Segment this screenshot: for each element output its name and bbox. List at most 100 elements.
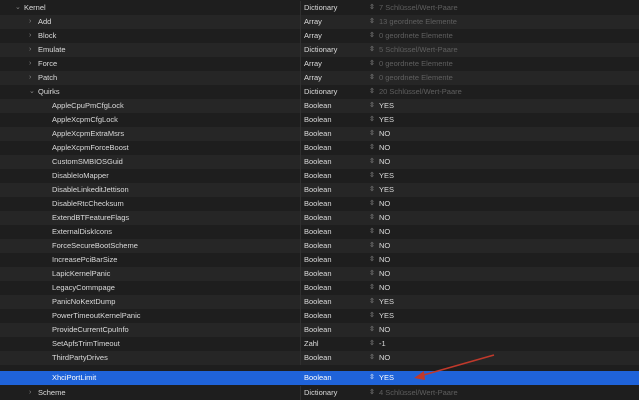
row-value[interactable]: NO	[379, 253, 390, 267]
row-value[interactable]: NO	[379, 141, 390, 155]
row-value[interactable]: NO	[379, 225, 390, 239]
row-type[interactable]: Boolean	[304, 323, 332, 337]
plist-row-quirk[interactable]: ThirdPartyDrives Boolean ⇳ NO	[0, 351, 639, 365]
row-value[interactable]: NO	[379, 239, 390, 253]
plist-row-add[interactable]: › Add Array ⇳ 13 geordnete Elemente	[0, 15, 639, 29]
chevron-right-icon[interactable]: ›	[29, 15, 37, 29]
plist-row-quirk[interactable]: ProvideCurrentCpuInfo Boolean ⇳ NO	[0, 323, 639, 337]
row-type[interactable]: Dictionary	[304, 386, 337, 400]
row-value[interactable]: NO	[379, 197, 390, 211]
plist-row-quirk-selected[interactable]: XhciPortLimit Boolean ⇳ YES	[0, 371, 639, 385]
row-type[interactable]: Boolean	[304, 155, 332, 169]
up-down-stepper-icon[interactable]: ⇳	[369, 386, 375, 400]
up-down-stepper-icon[interactable]: ⇳	[369, 127, 375, 141]
row-value[interactable]: NO	[379, 323, 390, 337]
plist-row-emulate[interactable]: › Emulate Dictionary ⇳ 5 Schlüssel/Wert-…	[0, 43, 639, 57]
up-down-stepper-icon[interactable]: ⇳	[369, 169, 375, 183]
plist-row-patch[interactable]: › Patch Array ⇳ 0 geordnete Elemente	[0, 71, 639, 85]
row-type[interactable]: Array	[304, 71, 322, 85]
up-down-stepper-icon[interactable]: ⇳	[369, 225, 375, 239]
plist-row-kernel[interactable]: ⌄ Kernel Dictionary ⇳ 7 Schlüssel/Wert-P…	[0, 1, 639, 15]
row-type[interactable]: Boolean	[304, 295, 332, 309]
row-type[interactable]: Boolean	[304, 141, 332, 155]
row-type[interactable]: Boolean	[304, 225, 332, 239]
row-value[interactable]: NO	[379, 211, 390, 225]
chevron-right-icon[interactable]: ›	[29, 386, 37, 400]
row-type[interactable]: Boolean	[304, 183, 332, 197]
up-down-stepper-icon[interactable]: ⇳	[369, 281, 375, 295]
row-type[interactable]: Boolean	[304, 99, 332, 113]
up-down-stepper-icon[interactable]: ⇳	[369, 71, 375, 85]
up-down-stepper-icon[interactable]: ⇳	[369, 197, 375, 211]
row-value[interactable]: NO	[379, 267, 390, 281]
plist-row-block[interactable]: › Block Array ⇳ 0 geordnete Elemente	[0, 29, 639, 43]
up-down-stepper-icon[interactable]: ⇳	[369, 323, 375, 337]
plist-row-quirk[interactable]: DisableLinkeditJettison Boolean ⇳ YES	[0, 183, 639, 197]
up-down-stepper-icon[interactable]: ⇳	[369, 253, 375, 267]
chevron-right-icon[interactable]: ›	[29, 29, 37, 43]
up-down-stepper-icon[interactable]: ⇳	[369, 371, 375, 385]
up-down-stepper-icon[interactable]: ⇳	[369, 99, 375, 113]
row-type[interactable]: Boolean	[304, 239, 332, 253]
row-value[interactable]: NO	[379, 127, 390, 141]
up-down-stepper-icon[interactable]: ⇳	[369, 183, 375, 197]
row-type[interactable]: Boolean	[304, 197, 332, 211]
up-down-stepper-icon[interactable]: ⇳	[369, 141, 375, 155]
plist-row-scheme[interactable]: › Scheme Dictionary ⇳ 4 Schlüssel/Wert-P…	[0, 386, 639, 400]
row-type[interactable]: Array	[304, 15, 322, 29]
up-down-stepper-icon[interactable]: ⇳	[369, 295, 375, 309]
plist-row-quirk[interactable]: LapicKernelPanic Boolean ⇳ NO	[0, 267, 639, 281]
row-type[interactable]: Boolean	[304, 267, 332, 281]
up-down-stepper-icon[interactable]: ⇳	[369, 337, 375, 351]
row-type[interactable]: Array	[304, 29, 322, 43]
up-down-stepper-icon[interactable]: ⇳	[369, 351, 375, 365]
plist-row-quirk[interactable]: SetApfsTrimTimeout Zahl ⇳ -1	[0, 337, 639, 351]
row-type[interactable]: Boolean	[304, 309, 332, 323]
row-type[interactable]: Boolean	[304, 169, 332, 183]
up-down-stepper-icon[interactable]: ⇳	[369, 155, 375, 169]
row-type[interactable]: Boolean	[304, 253, 332, 267]
plist-row-quirk[interactable]: AppleXcpmExtraMsrs Boolean ⇳ NO	[0, 127, 639, 141]
up-down-stepper-icon[interactable]: ⇳	[369, 15, 375, 29]
row-type[interactable]: Boolean	[304, 113, 332, 127]
row-type[interactable]: Dictionary	[304, 43, 337, 57]
up-down-stepper-icon[interactable]: ⇳	[369, 113, 375, 127]
row-value[interactable]: YES	[379, 295, 394, 309]
plist-row-quirk[interactable]: CustomSMBIOSGuid Boolean ⇳ NO	[0, 155, 639, 169]
chevron-right-icon[interactable]: ›	[29, 57, 37, 71]
plist-row-quirk[interactable]: ExternalDiskIcons Boolean ⇳ NO	[0, 225, 639, 239]
row-value[interactable]: NO	[379, 281, 390, 295]
plist-row-quirks[interactable]: ⌄ Quirks Dictionary ⇳ 20 Schlüssel/Wert-…	[0, 85, 639, 99]
up-down-stepper-icon[interactable]: ⇳	[369, 43, 375, 57]
row-type[interactable]: Boolean	[304, 351, 332, 365]
plist-row-quirk[interactable]: AppleXcpmForceBoost Boolean ⇳ NO	[0, 141, 639, 155]
plist-row-quirk[interactable]: DisableRtcChecksum Boolean ⇳ NO	[0, 197, 639, 211]
chevron-right-icon[interactable]: ›	[29, 71, 37, 85]
plist-row-quirk[interactable]: PanicNoKextDump Boolean ⇳ YES	[0, 295, 639, 309]
row-type[interactable]: Zahl	[304, 337, 319, 351]
plist-row-quirk[interactable]: IncreasePciBarSize Boolean ⇳ NO	[0, 253, 639, 267]
row-value[interactable]: YES	[379, 183, 394, 197]
plist-row-quirk[interactable]: DisableIoMapper Boolean ⇳ YES	[0, 169, 639, 183]
plist-row-force[interactable]: › Force Array ⇳ 0 geordnete Elemente	[0, 57, 639, 71]
row-value[interactable]: NO	[379, 155, 390, 169]
row-value[interactable]: NO	[379, 351, 390, 365]
up-down-stepper-icon[interactable]: ⇳	[369, 309, 375, 323]
row-type[interactable]: Boolean	[304, 371, 332, 385]
up-down-stepper-icon[interactable]: ⇳	[369, 1, 375, 15]
chevron-right-icon[interactable]: ›	[29, 43, 37, 57]
chevron-down-icon[interactable]: ⌄	[29, 85, 37, 99]
plist-row-quirk[interactable]: LegacyCommpage Boolean ⇳ NO	[0, 281, 639, 295]
row-value[interactable]: YES	[379, 371, 394, 385]
plist-row-quirk[interactable]: PowerTimeoutKernelPanic Boolean ⇳ YES	[0, 309, 639, 323]
row-value[interactable]: YES	[379, 169, 394, 183]
up-down-stepper-icon[interactable]: ⇳	[369, 267, 375, 281]
row-type[interactable]: Dictionary	[304, 1, 337, 15]
plist-row-quirk[interactable]: ExtendBTFeatureFlags Boolean ⇳ NO	[0, 211, 639, 225]
plist-row-quirk[interactable]: AppleCpuPmCfgLock Boolean ⇳ YES	[0, 99, 639, 113]
row-value[interactable]: -1	[379, 337, 386, 351]
up-down-stepper-icon[interactable]: ⇳	[369, 239, 375, 253]
up-down-stepper-icon[interactable]: ⇳	[369, 85, 375, 99]
up-down-stepper-icon[interactable]: ⇳	[369, 57, 375, 71]
row-type[interactable]: Boolean	[304, 127, 332, 141]
